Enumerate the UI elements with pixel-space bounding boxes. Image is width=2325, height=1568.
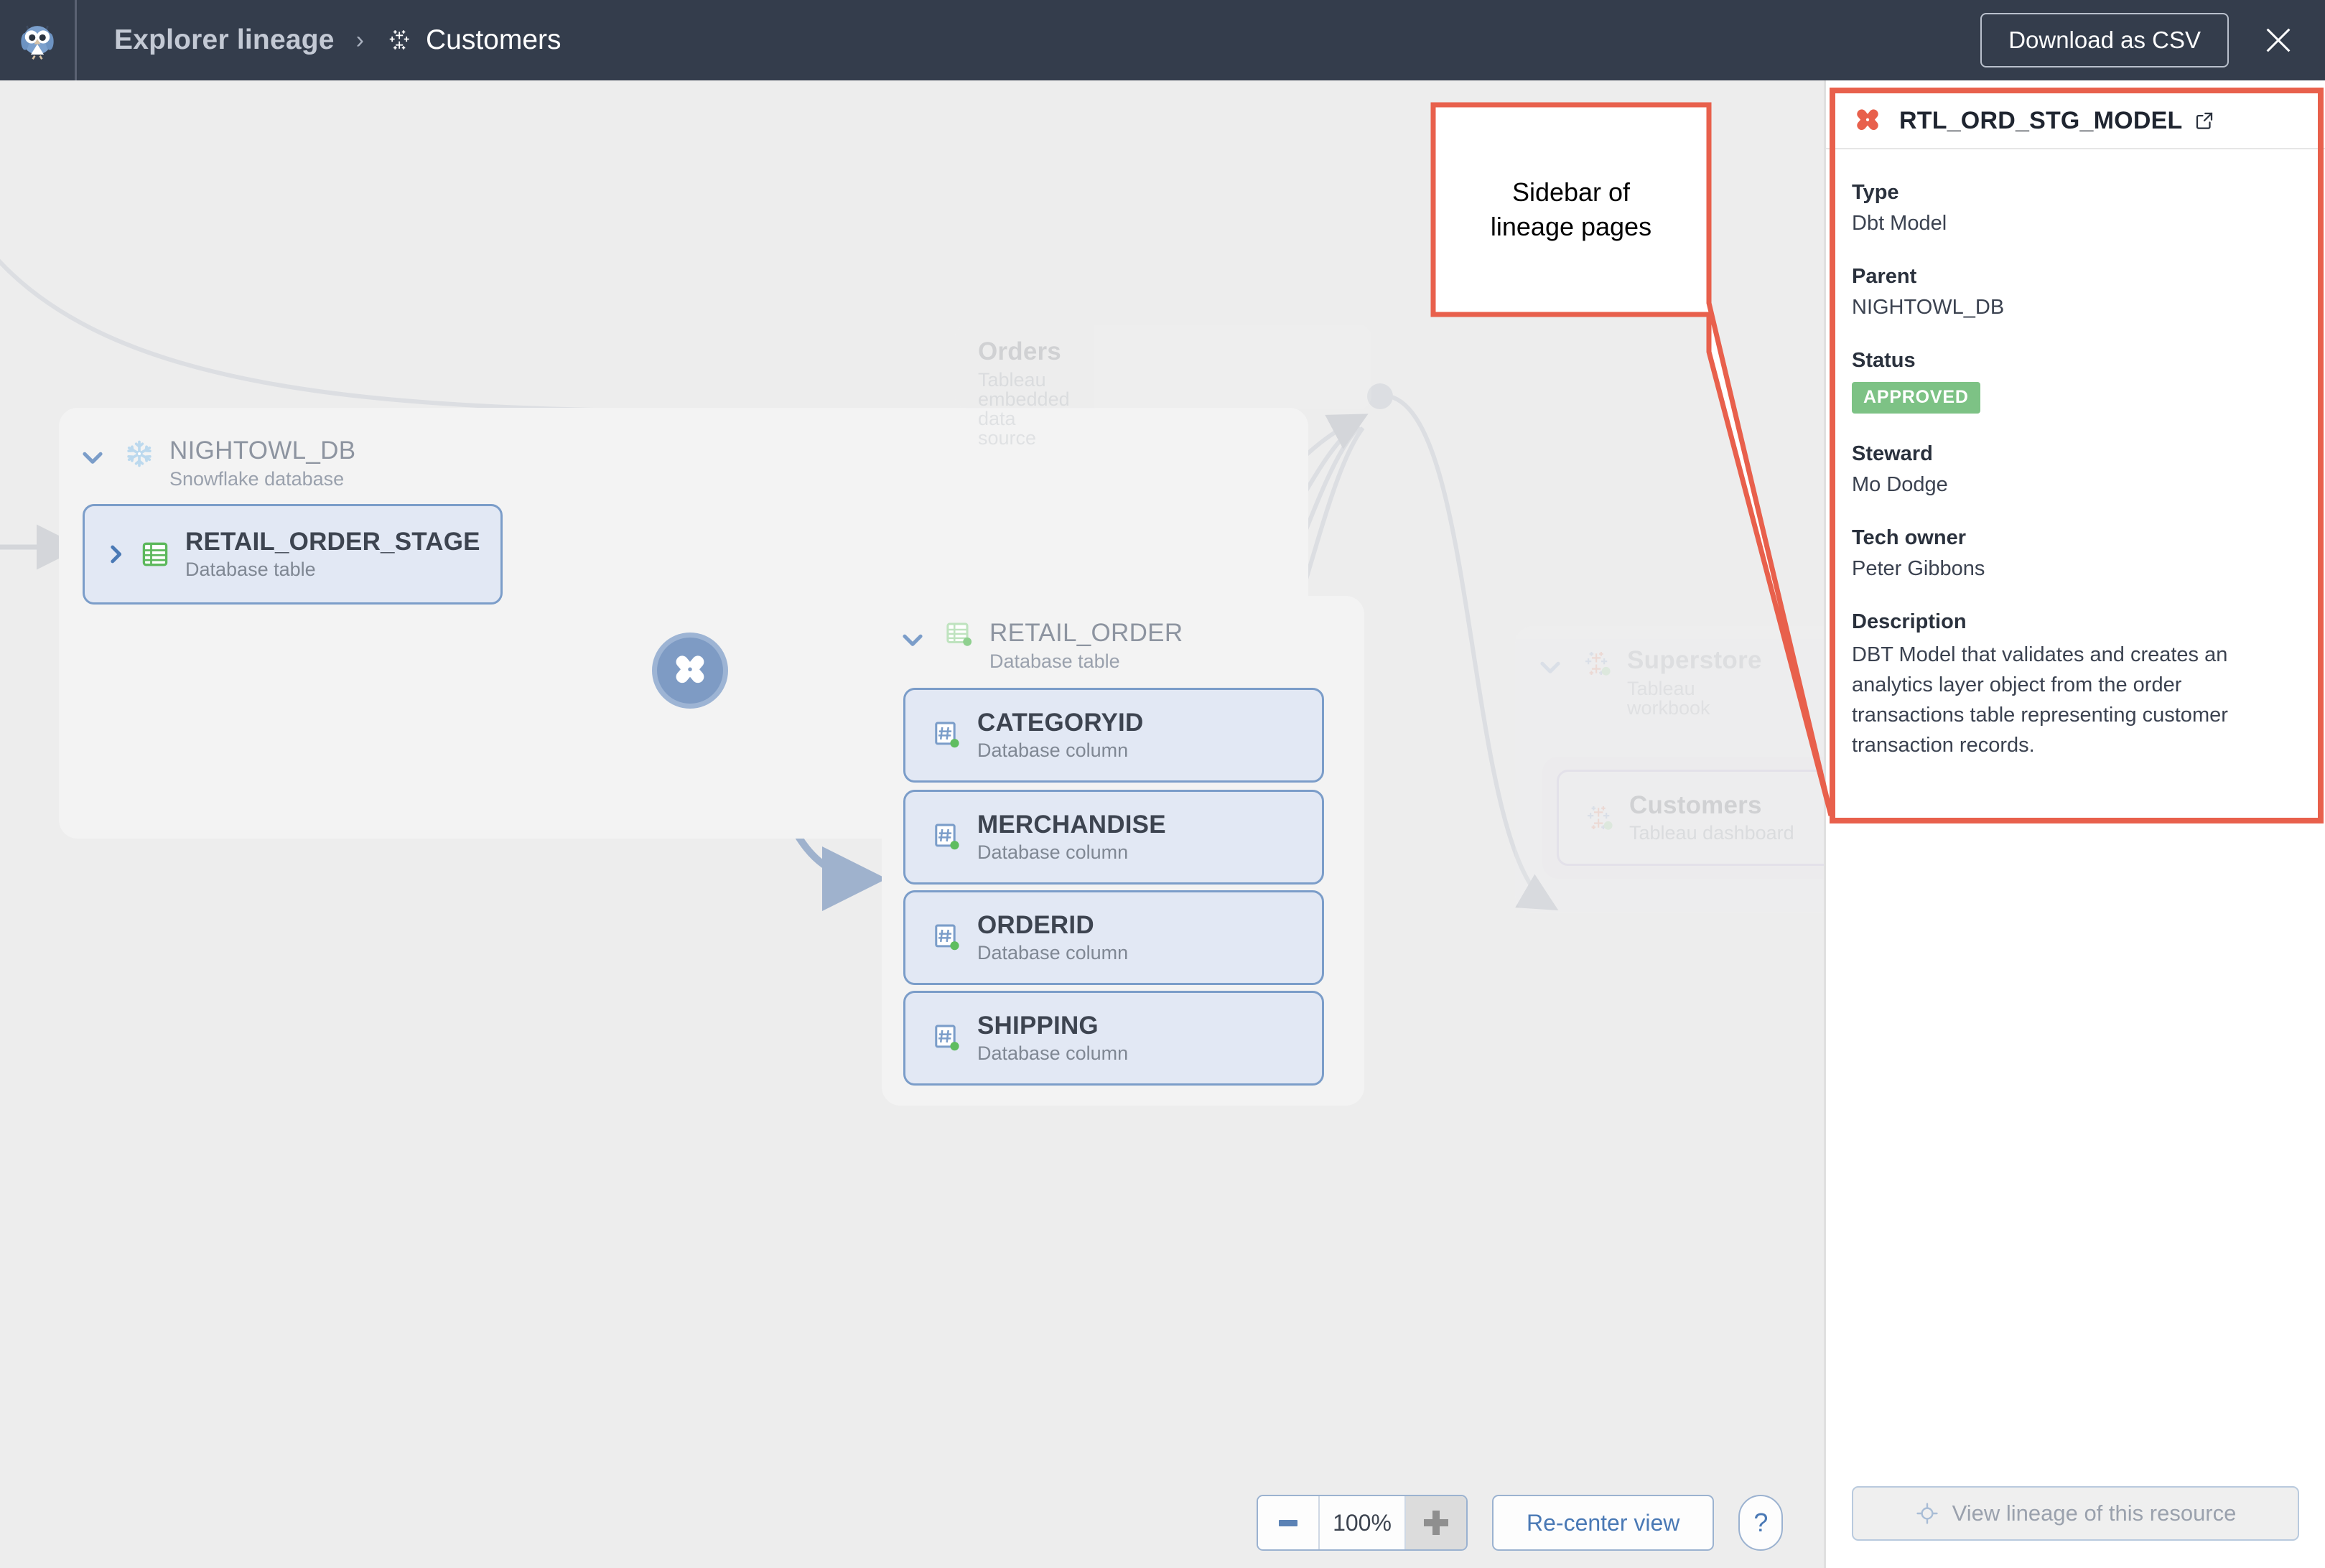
sidebar-body: Type Dbt Model Parent NIGHTOWL_DB Status…: [1826, 149, 2325, 760]
field-type: Type Dbt Model: [1852, 181, 2299, 236]
resource-sidebar: RTL_ORD_STG_MODEL Type Dbt Model Parent …: [1824, 80, 2325, 1568]
field-label: Description: [1852, 610, 1967, 633]
column-hash-icon: [935, 924, 959, 951]
node-title: RETAIL_ORDER_STAGE: [185, 527, 480, 556]
group-subtitle: Snowflake database: [169, 467, 345, 490]
column-hash-icon: [935, 823, 959, 850]
lineage-explorer-page: Explorer lineage › Customers Download as…: [0, 0, 2325, 1568]
group-header-nightowl-db[interactable]: NIGHTOWL_DB Snowflake database: [79, 437, 356, 490]
group-header-superstore[interactable]: Superstore Tableau workbook: [1537, 646, 1762, 719]
external-link-icon[interactable]: [2194, 110, 2215, 131]
chevron-right-icon[interactable]: [103, 542, 128, 566]
node-title: ORDERID: [977, 910, 1094, 939]
node-subtitle: Database column: [977, 841, 1129, 864]
field-label: Tech owner: [1852, 526, 1966, 549]
node-categoryid[interactable]: CATEGORYID Database column: [903, 688, 1324, 783]
field-parent: Parent NIGHTOWL_DB: [1852, 265, 2299, 320]
node-subtitle: Database column: [977, 1042, 1129, 1065]
node-subtitle: Database table: [185, 559, 316, 581]
dbt-logo-icon: [676, 655, 704, 683]
breadcrumb: Explorer lineage › Customers: [114, 24, 562, 56]
dbt-logo-icon: [1857, 109, 1878, 131]
breadcrumb-leaf: Customers: [425, 24, 562, 55]
chevron-down-icon[interactable]: [79, 444, 106, 471]
field-value: Peter Gibbons: [1852, 557, 1985, 581]
database-table-icon: [142, 542, 168, 566]
node-title: Orders: [978, 337, 1061, 365]
close-icon[interactable]: [2262, 24, 2295, 57]
field-status: Status APPROVED: [1852, 349, 2299, 414]
group-title: Superstore: [1627, 646, 1762, 674]
callout-line-1: Sidebar of: [1511, 177, 1631, 207]
field-label: Steward: [1852, 442, 1933, 465]
field-steward: Steward Mo Dodge: [1852, 442, 2299, 498]
header-actions: Download as CSV: [1980, 13, 2325, 67]
field-value: Dbt Model: [1852, 212, 1947, 235]
node-title: MERCHANDISE: [977, 810, 1166, 839]
zoom-level-value: 100%: [1320, 1496, 1404, 1549]
node-shipping[interactable]: SHIPPING Database column: [903, 991, 1324, 1086]
field-tech-owner: Tech owner Peter Gibbons: [1852, 526, 2299, 582]
group-subtitle: Tableau workbook: [1627, 677, 1710, 719]
node-orders[interactable]: Orders Tableau embedded data source: [972, 337, 1070, 449]
minus-icon: [1279, 1519, 1297, 1526]
node-retail-order-stage[interactable]: RETAIL_ORDER_STAGE Database table: [83, 504, 503, 605]
canvas-toolbar: 100% Re-center view ?: [1257, 1495, 1784, 1551]
chevron-down-icon[interactable]: [1537, 653, 1564, 681]
target-icon: [1916, 1503, 1938, 1524]
node-title: Customers: [1629, 790, 1762, 819]
header-divider: [75, 0, 77, 80]
field-value: DBT Model that validates and creates an …: [1852, 643, 2228, 757]
callout-line-2: lineage pages: [1490, 212, 1652, 241]
snowflake-icon: [127, 440, 152, 467]
status-badge: APPROVED: [1852, 381, 1980, 414]
field-value: Mo Dodge: [1852, 472, 1948, 496]
zoom-out-button[interactable]: [1258, 1496, 1320, 1549]
callout-text: Sidebar of lineage pages: [1433, 105, 1709, 314]
node-subtitle: Tableau dashboard: [1629, 822, 1794, 844]
view-lineage-label: View lineage of this resource: [1952, 1501, 2237, 1526]
group-title: RETAIL_ORDER: [989, 619, 1183, 647]
chevron-down-icon[interactable]: [899, 626, 926, 653]
node-subtitle: Tableau embedded data source: [978, 368, 1070, 449]
node-subtitle: Database column: [977, 739, 1129, 762]
plus-icon: [1424, 1511, 1448, 1535]
tableau-icon: [1585, 652, 1611, 676]
app-header: Explorer lineage › Customers Download as…: [0, 0, 2325, 80]
database-table-icon: [946, 622, 972, 646]
tableau-icon: [389, 30, 409, 50]
field-label: Status: [1852, 349, 1916, 373]
sidebar-header: RTL_ORD_STG_MODEL: [1826, 93, 2325, 149]
recenter-view-button[interactable]: Re-center view: [1492, 1495, 1715, 1551]
tableau-icon: [1588, 806, 1613, 830]
column-hash-icon: [935, 1025, 959, 1051]
breadcrumb-separator-icon: ›: [355, 27, 364, 54]
node-orderid[interactable]: ORDERID Database column: [903, 890, 1324, 985]
field-description: Description DBT Model that validates and…: [1852, 610, 2299, 760]
zoom-in-button[interactable]: [1404, 1496, 1466, 1549]
breadcrumb-root[interactable]: Explorer lineage: [114, 24, 335, 56]
column-hash-icon: [935, 722, 959, 748]
help-button[interactable]: ?: [1738, 1495, 1784, 1551]
callout-text-container: Sidebar of lineage pages: [1433, 105, 1709, 314]
sidebar-title: RTL_ORD_STG_MODEL: [1899, 106, 2183, 134]
node-title: CATEGORYID: [977, 708, 1144, 737]
field-label: Type: [1852, 181, 1899, 204]
node-title: SHIPPING: [977, 1011, 1099, 1040]
group-subtitle: Database table: [989, 650, 1120, 672]
node-customers[interactable]: Customers Tableau dashboard: [1557, 770, 1824, 866]
field-value: NIGHTOWL_DB: [1852, 296, 2005, 319]
field-label: Parent: [1852, 265, 1917, 289]
sidebar-footer: View lineage of this resource: [1826, 1486, 2325, 1568]
node-subtitle: Database column: [977, 942, 1129, 964]
node-merchandise[interactable]: MERCHANDISE Database column: [903, 790, 1324, 885]
app-logo: [0, 0, 75, 80]
group-title: NIGHTOWL_DB: [169, 437, 356, 465]
zoom-control: 100%: [1257, 1495, 1468, 1551]
node-dbt-model[interactable]: [657, 638, 723, 704]
owl-logo-icon: [21, 25, 54, 60]
group-header-retail-order[interactable]: RETAIL_ORDER Database table: [899, 620, 1183, 671]
download-csv-button[interactable]: Download as CSV: [1980, 13, 2229, 67]
view-lineage-button[interactable]: View lineage of this resource: [1852, 1486, 2299, 1541]
